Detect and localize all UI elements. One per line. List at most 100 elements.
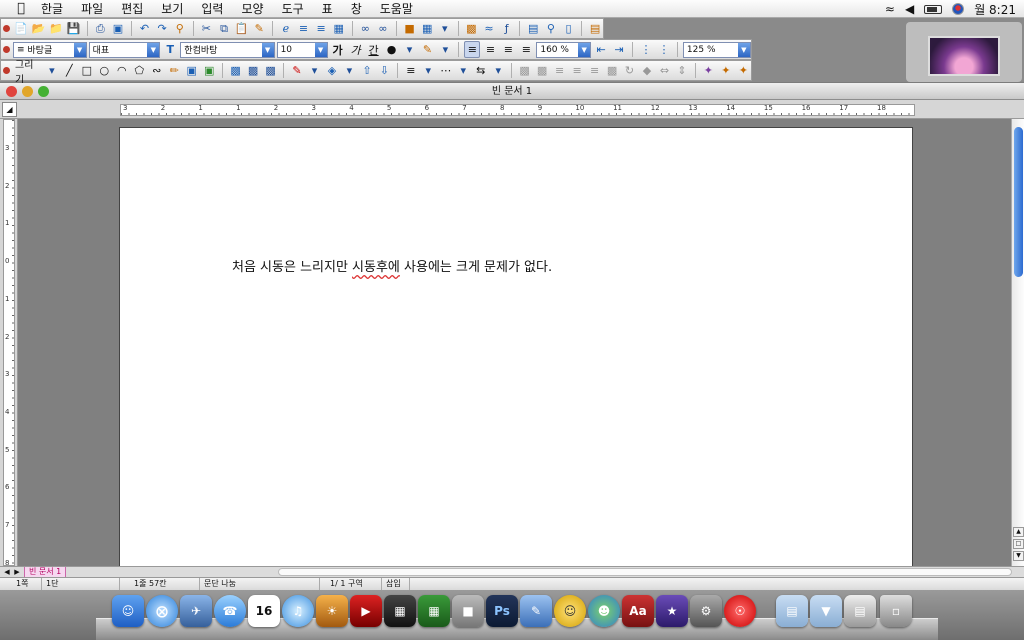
language-combo[interactable]: 대표 ▼ xyxy=(88,41,161,58)
zoom-icon[interactable]: ⚲ xyxy=(543,20,559,37)
select-tool-icon[interactable]: ▩ xyxy=(228,62,243,79)
align-objects-icon[interactable]: ▩ xyxy=(517,62,532,79)
finder-icon[interactable]: ☺ xyxy=(112,595,144,627)
align-middle-icon[interactable]: ≡ xyxy=(569,62,584,79)
fill-color-icon[interactable]: ◈ xyxy=(324,62,339,79)
chart-icon[interactable]: ▩ xyxy=(464,20,480,37)
dropdown-arrow-icon[interactable]: ▾ xyxy=(490,62,505,79)
ungroup-icon[interactable]: ▩ xyxy=(263,62,278,79)
mail-icon[interactable]: ✈ xyxy=(180,595,212,627)
wifi-icon[interactable]: ≈ xyxy=(885,2,895,16)
window-close-button[interactable] xyxy=(6,86,17,97)
page-up-icon[interactable]: ▲ xyxy=(1013,527,1024,537)
text-effect-icon[interactable]: ● xyxy=(384,41,400,58)
wizard-icon[interactable]: ✦ xyxy=(736,62,751,79)
chevron-down-icon[interactable]: ▼ xyxy=(578,42,591,57)
dropdown-arrow-icon[interactable]: ▾ xyxy=(421,62,436,79)
char-shape-icon[interactable]: ℯ xyxy=(278,20,294,37)
paste-icon[interactable]: 📋 xyxy=(234,20,250,37)
dropdown-arrow-icon[interactable]: ▾ xyxy=(44,62,59,79)
applications-folder-icon[interactable]: ▤ xyxy=(776,595,808,627)
preview-icon[interactable]: ▣ xyxy=(110,20,126,37)
downloads-folder-icon[interactable]: ▼ xyxy=(810,595,842,627)
menu-format[interactable]: 모양 xyxy=(232,0,272,17)
preview-app-icon[interactable]: ▦ xyxy=(418,595,450,627)
indent-decrease-icon[interactable]: ⇤ xyxy=(593,41,609,58)
window-minimize-button[interactable] xyxy=(22,86,33,97)
menu-edit[interactable]: 편집 xyxy=(112,0,152,17)
rotate-icon[interactable]: ↻ xyxy=(622,62,637,79)
menu-window[interactable]: 창 xyxy=(342,0,371,17)
underline-button[interactable]: 간 xyxy=(366,41,382,58)
vertical-scrollbar[interactable]: ▲ □ ▼ xyxy=(1011,119,1024,566)
curve-tool-icon[interactable]: ∾ xyxy=(149,62,164,79)
menu-view[interactable]: 보기 xyxy=(152,0,192,17)
flip-icon[interactable]: ◆ xyxy=(639,62,654,79)
system-preferences-icon[interactable]: ⚙ xyxy=(690,595,722,627)
messenger-icon[interactable]: ☺ xyxy=(554,595,586,627)
copy-icon[interactable]: ⧉ xyxy=(216,20,232,37)
chevron-down-icon[interactable]: ▼ xyxy=(73,42,86,57)
toolbar-close-icon[interactable] xyxy=(3,46,10,53)
formula-icon[interactable]: ƒ xyxy=(499,20,515,37)
menubar-clock[interactable]: 월 8:21 xyxy=(974,1,1016,18)
dropdown-arrow-icon[interactable]: ▾ xyxy=(437,20,453,37)
italic-button[interactable]: 가 xyxy=(348,41,364,58)
align-justify-icon[interactable]: ≡ xyxy=(464,41,481,58)
dropdown-arrow-icon[interactable]: ▾ xyxy=(307,62,322,79)
chevron-down-icon[interactable]: ▼ xyxy=(737,42,750,57)
input-source-icon[interactable] xyxy=(952,3,965,15)
indent-increase-icon[interactable]: ⇥ xyxy=(611,41,627,58)
font-size-combo[interactable]: 10 ▼ xyxy=(276,41,328,58)
flip-v-icon[interactable]: ⇕ xyxy=(674,62,689,79)
vertical-scroll-thumb[interactable] xyxy=(1014,127,1023,277)
table-icon[interactable]: ▦ xyxy=(419,20,435,37)
document-page[interactable]: 처음 시동은 느리지만 시동후에 사용에는 크게 문제가 없다. xyxy=(119,127,913,566)
undo-icon[interactable]: ↶ xyxy=(137,20,153,37)
menu-tools[interactable]: 도구 xyxy=(273,0,313,17)
ical-icon[interactable]: 16 xyxy=(248,595,280,627)
menu-insert[interactable]: 입력 xyxy=(192,0,232,17)
toolbar-close-icon[interactable] xyxy=(3,67,10,74)
imovie-icon[interactable]: ▦ xyxy=(384,595,416,627)
line-dash-icon[interactable]: ⋯ xyxy=(438,62,453,79)
send-back-icon[interactable]: ⇩ xyxy=(377,62,392,79)
ruler-corner-button[interactable]: ◢ xyxy=(2,102,17,117)
chevron-down-icon[interactable]: ▼ xyxy=(314,42,327,57)
font-combo[interactable]: 한컴바탕 ▼ xyxy=(180,41,275,58)
style-icon[interactable]: ≡ xyxy=(313,20,329,37)
bring-front-icon[interactable]: ⇧ xyxy=(359,62,374,79)
photoshop-icon[interactable]: Ps xyxy=(486,595,518,627)
horizontal-scrollbar[interactable] xyxy=(278,568,1012,576)
zoom-combo[interactable]: 125 % ▼ xyxy=(682,41,751,58)
magic-icon[interactable]: ✦ xyxy=(718,62,733,79)
itunes-icon[interactable]: ♫ xyxy=(282,595,314,627)
vertical-ruler[interactable]: 321012345678 xyxy=(3,119,15,567)
save-icon[interactable]: 💾 xyxy=(66,20,82,37)
save-as-icon[interactable]: 📁 xyxy=(48,20,64,37)
format-painter-icon[interactable]: ✎ xyxy=(251,20,267,37)
documents-stack-icon[interactable]: ▤ xyxy=(844,595,876,627)
tab-next-icon[interactable]: ▶ xyxy=(12,567,22,577)
image-tool-icon[interactable]: ▣ xyxy=(202,62,217,79)
ellipse-tool-icon[interactable]: ○ xyxy=(97,62,112,79)
open-icon[interactable]: 📂 xyxy=(31,20,47,37)
flip-h-icon[interactable]: ⇔ xyxy=(657,62,672,79)
dropdown-arrow-icon[interactable]: ▾ xyxy=(456,62,471,79)
line-color-icon[interactable]: ✎ xyxy=(289,62,304,79)
dropdown-arrow-icon[interactable]: ▾ xyxy=(342,62,357,79)
ichat-icon[interactable]: ☎ xyxy=(214,595,246,627)
bold-button[interactable]: 가 xyxy=(330,41,346,58)
spelling-error-word[interactable]: 시동후에 xyxy=(352,260,400,275)
picture-icon[interactable]: ■ xyxy=(402,20,418,37)
distribute-icon[interactable]: ▩ xyxy=(534,62,549,79)
print-icon[interactable]: ⎙ xyxy=(92,20,108,37)
polygon-tool-icon[interactable]: ⬠ xyxy=(132,62,147,79)
page-icon[interactable]: ▯ xyxy=(561,20,577,37)
time-machine-icon[interactable]: ★ xyxy=(656,595,688,627)
horizontal-ruler[interactable]: 3 2 1 1 2 3 4 5 6 7 8 9 10 11 12 13 14 15 16 17 18 xyxy=(120,104,915,116)
cut-icon[interactable]: ✂ xyxy=(199,20,215,37)
menu-file[interactable]: 파일 xyxy=(72,0,112,17)
document-body-text[interactable]: 처음 시동은 느리지만 시동후에 사용에는 크게 문제가 없다. xyxy=(232,256,552,275)
line-spacing-combo[interactable]: 160 % ▼ xyxy=(536,41,592,58)
